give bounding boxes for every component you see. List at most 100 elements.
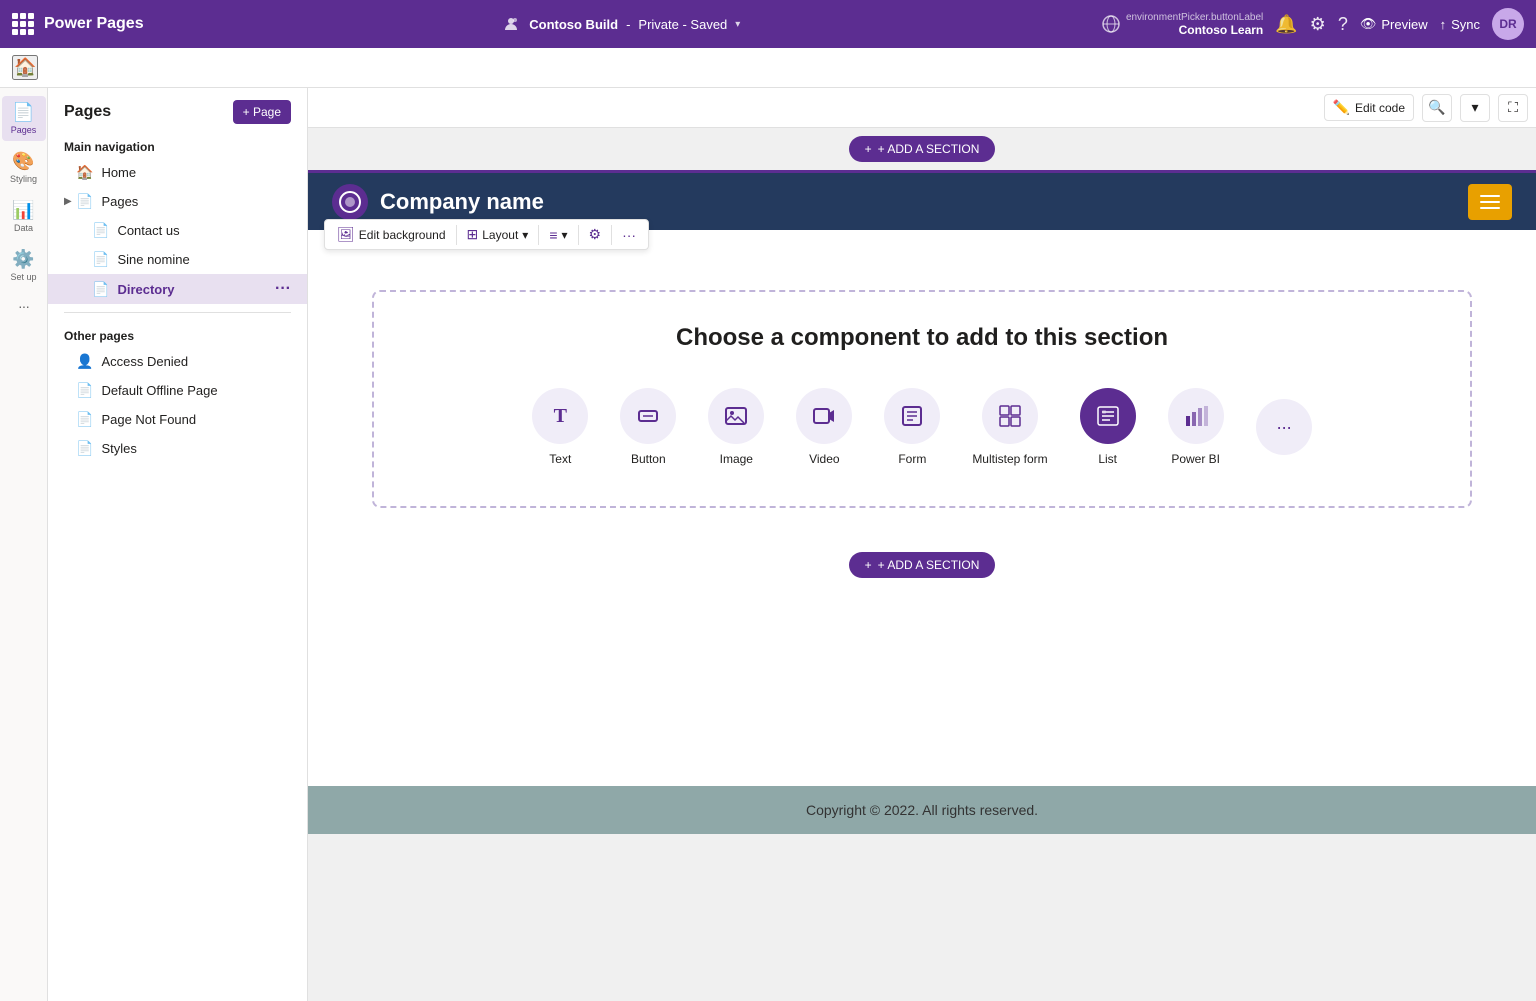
add-section-bottom-button[interactable]: + + ADD A SECTION [849, 552, 996, 578]
component-multistep[interactable]: Multistep form [964, 380, 1055, 474]
nav-item-home[interactable]: 🏠 Home [48, 158, 307, 187]
pages-chevron-icon: ▶ [64, 196, 72, 207]
list-component-label: List [1098, 452, 1117, 466]
notifications-button[interactable]: 🔔 [1275, 14, 1297, 35]
canvas-toolbar: ✏️ Edit code 🔍 ▾ ⛶ [308, 88, 1536, 128]
nav-item-directory[interactable]: 📄 Directory ··· [48, 274, 307, 304]
toolbar-sep-1 [456, 225, 457, 245]
site-chevron[interactable]: ▾ [735, 19, 740, 30]
second-bar: 🏠 [0, 48, 1536, 88]
component-more[interactable]: ··· [1248, 391, 1320, 463]
home-button[interactable]: 🏠 [12, 55, 38, 80]
pages-panel-title: Pages [64, 103, 111, 121]
access-denied-icon: 👤 [76, 353, 93, 370]
component-form[interactable]: Form [876, 380, 948, 474]
layout-icon: ⊞ [467, 226, 479, 243]
nav-pages-label: Pages [101, 194, 138, 209]
component-powerbi[interactable]: Power BI [1160, 380, 1232, 474]
more-sidebar-icon: ··· [18, 298, 29, 314]
nav-item-styles[interactable]: 📄 Styles [48, 434, 307, 463]
nav-item-default-offline[interactable]: 📄 Default Offline Page [48, 376, 307, 405]
hamburger-menu[interactable] [1468, 184, 1512, 220]
align-button[interactable]: ≡ ▾ [543, 224, 573, 246]
video-component-icon [796, 388, 852, 444]
edit-background-label: Edit background [359, 228, 446, 242]
sidebar-item-more[interactable]: ··· [2, 292, 46, 320]
section-settings-button[interactable]: ⚙ [583, 223, 608, 246]
component-chooser-wrapper: Choose a component to add to this sectio… [308, 230, 1536, 544]
directory-more-icon[interactable]: ··· [275, 280, 291, 298]
sync-button[interactable]: ↑ Sync [1440, 17, 1480, 32]
toolbar-sep-2 [538, 225, 539, 245]
component-video[interactable]: Video [788, 380, 860, 474]
site-status: - [626, 17, 630, 32]
sidebar-item-setup[interactable]: ⚙️ Set up [2, 243, 46, 288]
company-logo [332, 184, 368, 220]
add-section-bottom-label: + ADD A SECTION [878, 558, 980, 572]
logo-icon [338, 190, 362, 214]
add-page-button[interactable]: + Page [233, 100, 291, 124]
page-footer: Copyright © 2022. All rights reserved. [308, 786, 1536, 834]
edit-background-button[interactable]: 🖼 Edit background [331, 223, 452, 246]
button-component-icon [620, 388, 676, 444]
avatar[interactable]: DR [1492, 8, 1524, 40]
sidebar-setup-label: Set up [10, 272, 36, 282]
apps-icon[interactable] [12, 13, 34, 35]
expand-button[interactable]: ⛶ [1498, 94, 1528, 122]
button-component-label: Button [631, 452, 666, 466]
zoom-button[interactable]: 🔍 [1422, 94, 1452, 122]
more-dots-icon: ··· [1276, 417, 1291, 438]
nav-item-contact[interactable]: 📄 Contact us [48, 216, 307, 245]
sidebar-item-styling[interactable]: 🎨 Styling [2, 145, 46, 190]
nav-directory-label: Directory [117, 282, 174, 297]
more-component-icon: ··· [1256, 399, 1312, 455]
chevron-down-zoom[interactable]: ▾ [1460, 94, 1490, 122]
canvas-empty-space [308, 586, 1536, 786]
nav-item-page-not-found[interactable]: 📄 Page Not Found [48, 405, 307, 434]
company-name: Company name [380, 189, 544, 215]
page-header-left: Company name [332, 184, 544, 220]
nav-item-pages[interactable]: ▶ 📄 Pages [48, 187, 307, 216]
pages-panel-header: Pages + Page [48, 88, 307, 132]
add-section-top-button[interactable]: + + ADD A SECTION [849, 136, 996, 162]
canvas-content: + + ADD A SECTION Company name [308, 128, 1536, 1001]
component-text[interactable]: T Text [524, 380, 596, 474]
multistep-component-icon [982, 388, 1038, 444]
more-section-button[interactable]: ··· [616, 224, 642, 246]
settings-button[interactable]: ⚙ [1310, 14, 1326, 35]
edit-code-button[interactable]: ✏️ Edit code [1324, 94, 1414, 121]
img-svg [724, 404, 748, 428]
align-chevron: ▾ [561, 228, 567, 242]
component-image[interactable]: Image [700, 380, 772, 474]
add-section-top-label: + ADD A SECTION [878, 142, 980, 156]
add-section-bottom-container: + + ADD A SECTION [308, 544, 1536, 586]
preview-button[interactable]: 👁 Preview [1360, 16, 1428, 32]
sidebar-data-label: Data [14, 223, 33, 233]
styles-icon: 📄 [76, 440, 93, 457]
sidebar-item-pages[interactable]: 📄 Pages [2, 96, 46, 141]
header-floating-toolbar: 🖼 Edit background ⊞ Layout ▾ ≡ ▾ [324, 219, 649, 250]
nav-item-sine[interactable]: 📄 Sine nomine [48, 245, 307, 274]
site-status-text: Private - Saved [638, 17, 727, 32]
layout-button[interactable]: ⊞ Layout ▾ [461, 223, 535, 246]
nav-default-offline-label: Default Offline Page [101, 383, 217, 398]
help-button[interactable]: ? [1338, 14, 1348, 35]
app-title: Power Pages [44, 15, 144, 33]
nav-item-access-denied[interactable]: 👤 Access Denied [48, 347, 307, 376]
list-svg [1096, 404, 1120, 428]
sidebar-item-data[interactable]: 📊 Data [2, 194, 46, 239]
env-name: Contoso Learn [1179, 23, 1264, 37]
component-chooser-title: Choose a component to add to this sectio… [394, 324, 1450, 352]
align-icon: ≡ [549, 227, 557, 243]
add-section-bottom-icon: + [865, 558, 872, 572]
env-picker[interactable]: environmentPicker.buttonLabel Contoso Le… [1102, 12, 1263, 37]
pages-panel: Pages + Page Main navigation 🏠 Home ▶ 📄 … [48, 88, 308, 1001]
main-navigation-title: Main navigation [48, 132, 307, 158]
sidebar-styling-label: Styling [10, 174, 37, 184]
component-button[interactable]: Button [612, 380, 684, 474]
form-svg [900, 404, 924, 428]
component-list[interactable]: List [1072, 380, 1144, 474]
sine-nav-icon: 📄 [92, 251, 109, 268]
layout-chevron: ▾ [522, 228, 528, 242]
nav-home-label: Home [101, 165, 136, 180]
